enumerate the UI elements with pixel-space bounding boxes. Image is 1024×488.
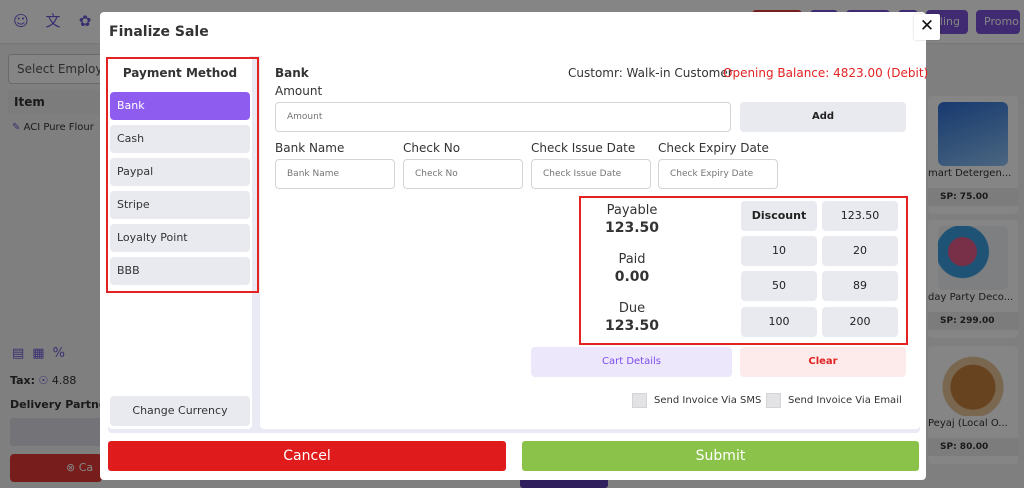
modal-body: Payment Method Bank Cash Paypal Stripe L… xyxy=(106,56,928,433)
submit-button[interactable]: Submit xyxy=(522,441,919,471)
amount-label: Amount xyxy=(275,84,323,98)
send-invoice-sms-option[interactable]: Send Invoice Via SMS xyxy=(632,393,761,408)
check-expiry-date-label: Check Expiry Date xyxy=(658,141,769,155)
bank-name-input[interactable] xyxy=(275,159,395,189)
check-expiry-date-input[interactable] xyxy=(658,159,778,189)
modal-title: Finalize Sale xyxy=(109,24,209,40)
customer-label: Customr: Walk-in Customer xyxy=(568,66,733,80)
amount-input[interactable] xyxy=(275,102,731,132)
send-invoice-sms-label: Send Invoice Via SMS xyxy=(654,395,762,406)
highlight-box-payment-methods xyxy=(106,57,259,293)
bank-name-label: Bank Name xyxy=(275,141,345,155)
section-title: Bank xyxy=(275,66,309,80)
check-no-label: Check No xyxy=(403,141,461,155)
close-icon: ✕ xyxy=(919,16,935,36)
send-invoice-email-option[interactable]: Send Invoice Via Email xyxy=(766,393,902,408)
opening-balance: Opening Balance: 4823.00 (Debit) xyxy=(723,66,929,80)
check-issue-date-label: Check Issue Date xyxy=(531,141,636,155)
close-button[interactable]: ✕ xyxy=(914,14,940,40)
add-button[interactable]: Add xyxy=(740,102,906,132)
highlight-box-summary xyxy=(579,196,908,345)
sms-checkbox[interactable] xyxy=(632,393,647,408)
change-currency-button[interactable]: Change Currency xyxy=(110,396,250,426)
email-checkbox[interactable] xyxy=(766,393,781,408)
check-no-input[interactable] xyxy=(403,159,523,189)
cart-details-button[interactable]: Cart Details xyxy=(531,347,732,377)
check-issue-date-input[interactable] xyxy=(531,159,651,189)
send-invoice-email-label: Send Invoice Via Email xyxy=(788,395,902,406)
clear-button[interactable]: Clear xyxy=(740,347,906,377)
payment-form-panel: Bank Customr: Walk-in Customer Opening B… xyxy=(260,56,928,429)
cancel-button[interactable]: Cancel xyxy=(108,441,506,471)
finalize-sale-modal: Finalize Sale ✕ Payment Method Bank Cash… xyxy=(100,12,940,480)
